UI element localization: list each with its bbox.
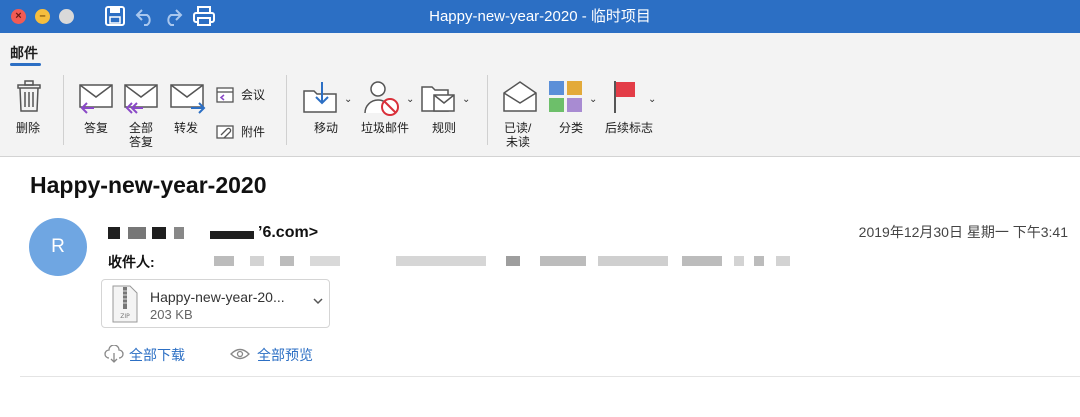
reply-icon	[79, 84, 113, 114]
reply-all-icon	[124, 84, 158, 114]
attach-button[interactable]	[215, 123, 235, 146]
read-unread-button[interactable]	[502, 79, 538, 118]
read-unread-label-line1: 已读/	[504, 121, 532, 135]
redaction-block	[108, 227, 120, 239]
categorize-dropdown-caret-icon[interactable]: ⌄	[589, 94, 597, 105]
recipient-redacted	[396, 256, 486, 266]
sender-email[interactable]: ’6.com>	[258, 224, 318, 242]
download-all-link[interactable]: 全部下载	[129, 345, 185, 365]
move-folder-icon	[303, 82, 337, 113]
title-bar: × – Happy-new-year-2020 - 临时项目	[0, 0, 1080, 33]
recipient-redacted	[754, 256, 764, 266]
meeting-button[interactable]	[215, 85, 235, 108]
recipient-redacted	[214, 256, 234, 266]
zip-file-icon: ZIP	[112, 285, 138, 323]
ribbon-separator	[487, 75, 488, 145]
follow-up-label: 后续标志	[605, 121, 654, 135]
redaction-block	[128, 227, 146, 239]
preview-all-link[interactable]: 全部预览	[257, 345, 313, 365]
attachment-label: 附件	[241, 125, 266, 139]
rules-label: 规则	[432, 121, 457, 135]
paperclip-icon	[216, 125, 234, 139]
reply-all-label-line2: 答复	[129, 135, 154, 149]
open-envelope-icon	[503, 81, 537, 112]
attachment-name: Happy-new-year-20...	[150, 289, 285, 305]
recipient-redacted	[540, 256, 586, 266]
recipient-redacted	[734, 256, 744, 266]
to-label: 收件人:	[108, 254, 155, 270]
forward-icon	[170, 84, 206, 114]
move-dropdown-caret-icon[interactable]: ⌄	[344, 94, 352, 105]
recipient-redacted	[310, 256, 340, 266]
categorize-label: 分类	[559, 121, 584, 135]
delete-button[interactable]	[14, 79, 44, 118]
flag-icon	[614, 81, 635, 113]
recipient-redacted	[776, 256, 790, 266]
read-unread-label-line2: 未读	[506, 135, 531, 149]
rules-dropdown-caret-icon[interactable]: ⌄	[462, 94, 470, 105]
categories-grid-icon	[549, 81, 582, 112]
redaction-block	[152, 227, 166, 239]
recipient-redacted	[250, 256, 264, 266]
categorize-button[interactable]	[548, 80, 584, 119]
attachment-card[interactable]: ZIP Happy-new-year-20... 203 KB	[101, 279, 330, 328]
junk-label: 垃圾邮件	[361, 121, 410, 135]
tab-active-indicator	[10, 63, 41, 66]
message-date: 2019年12月30日 星期一 下午3:41	[858, 224, 1068, 240]
forward-label: 转发	[174, 121, 199, 135]
calendar-reply-icon	[216, 87, 234, 103]
meeting-label: 会议	[241, 88, 266, 102]
attachment-size: 203 KB	[150, 307, 193, 322]
junk-dropdown-caret-icon[interactable]: ⌄	[406, 94, 414, 105]
chevron-down-icon[interactable]	[312, 295, 324, 307]
ribbon-separator	[286, 75, 287, 145]
sender-avatar[interactable]: R	[29, 218, 87, 276]
recipient-redacted	[598, 256, 668, 266]
rules-button[interactable]	[420, 79, 458, 120]
reply-label: 答复	[84, 121, 109, 135]
trash-icon	[17, 80, 41, 112]
message-divider	[20, 376, 1080, 377]
reply-all-button[interactable]	[123, 81, 159, 120]
forward-button[interactable]	[169, 81, 207, 120]
message-subject: Happy-new-year-2020	[30, 172, 267, 198]
reply-button[interactable]	[78, 81, 114, 120]
recipient-redacted	[280, 256, 294, 266]
redaction-block	[174, 227, 184, 239]
eye-icon[interactable]	[230, 347, 250, 361]
reply-all-label-line1: 全部	[129, 121, 154, 135]
tab-mail[interactable]: 邮件	[10, 43, 38, 63]
junk-button[interactable]	[363, 79, 401, 122]
cloud-download-icon[interactable]	[104, 345, 124, 363]
junk-person-blocked-icon	[364, 81, 399, 116]
window-title: Happy-new-year-2020 - 临时项目	[429, 8, 651, 25]
rules-icon	[421, 86, 455, 112]
ribbon-toolbar: 邮件 删除 答复 全部 答复 转发 会议 附件 ⌄ 移动 ⌄ 垃圾邮件 ⌄ 规则…	[0, 33, 1080, 157]
ribbon-separator	[63, 75, 64, 145]
move-label: 移动	[314, 121, 339, 135]
zip-file-type-label: ZIP	[120, 313, 130, 320]
follow-up-button[interactable]	[611, 79, 639, 120]
redaction-block	[210, 231, 254, 239]
recipient-redacted	[506, 256, 520, 266]
follow-up-dropdown-caret-icon[interactable]: ⌄	[648, 94, 656, 105]
recipient-redacted	[682, 256, 722, 266]
move-button[interactable]	[302, 79, 338, 120]
delete-label: 删除	[16, 121, 41, 135]
